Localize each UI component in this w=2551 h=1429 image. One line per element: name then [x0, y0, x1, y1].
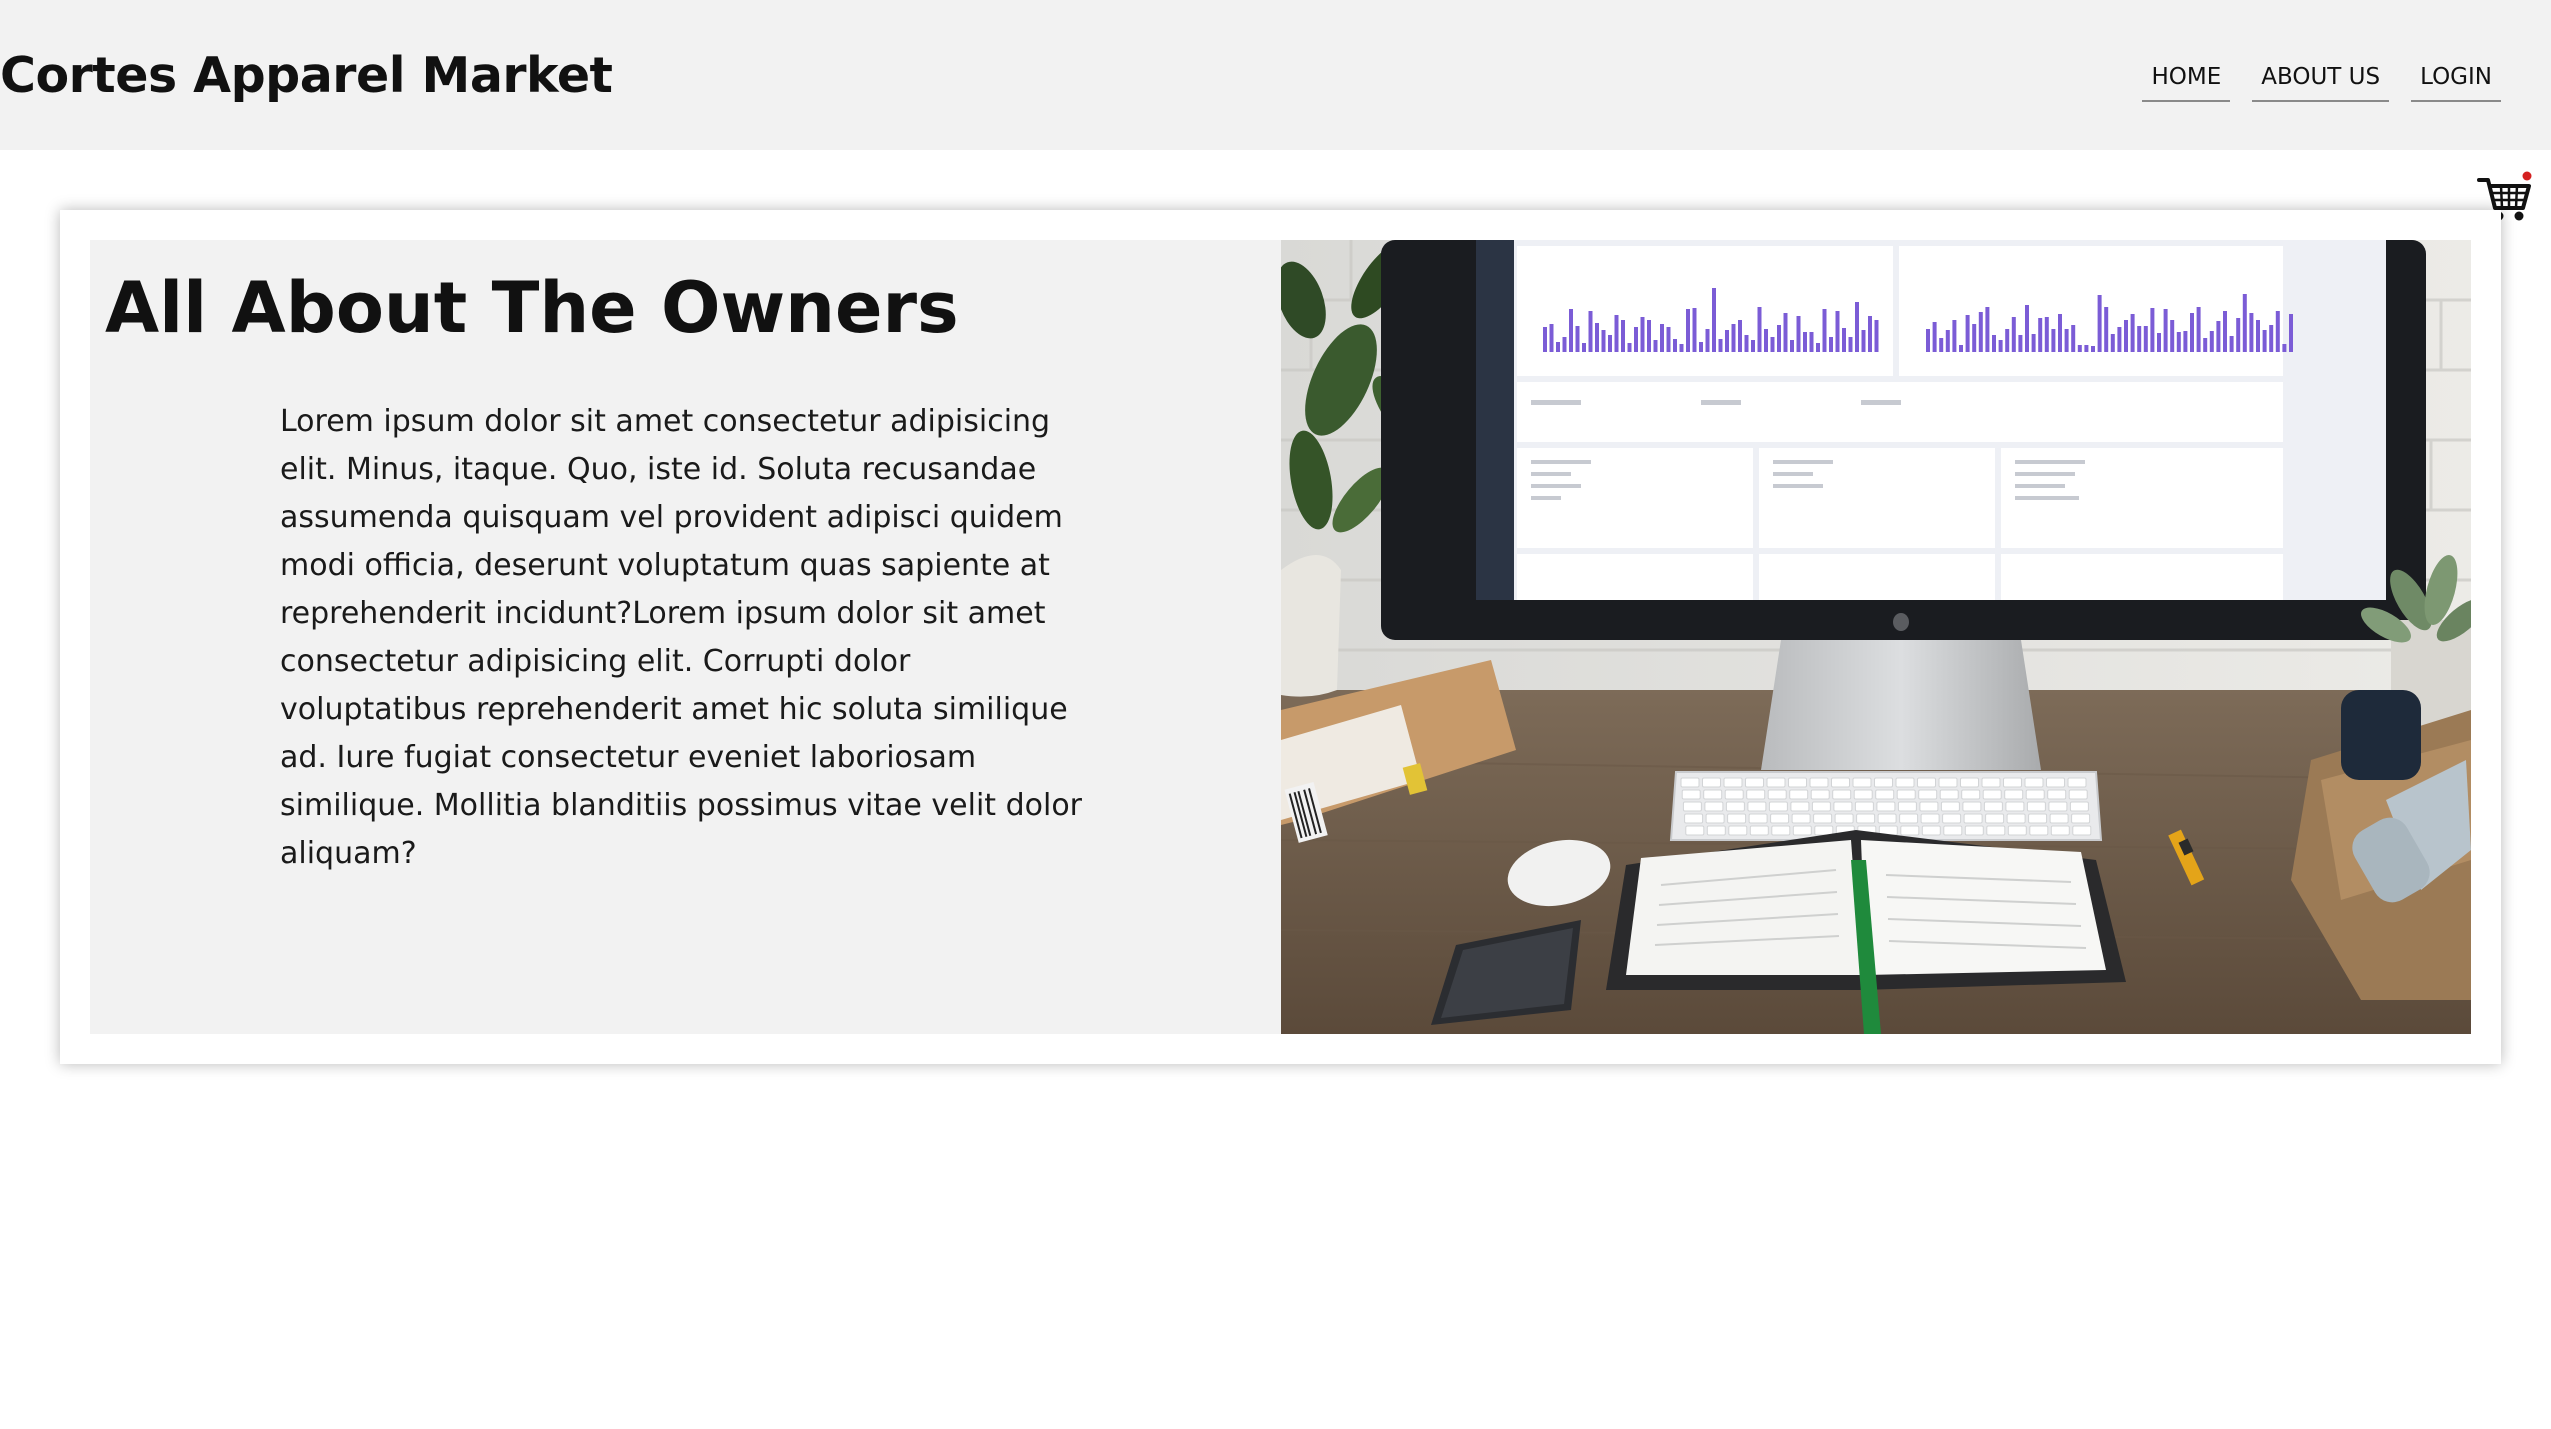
site-header: Cortes Apparel Market HOME ABOUT US LOGI…	[0, 0, 2551, 150]
about-card: All About The Owners Lorem ipsum dolor s…	[60, 210, 2501, 1064]
nav-home-link[interactable]: HOME	[2142, 58, 2231, 102]
nav-about-us-link[interactable]: ABOUT US	[2252, 58, 2390, 102]
about-panel: All About The Owners Lorem ipsum dolor s…	[90, 240, 2471, 1034]
main-nav: HOME ABOUT US LOGIN	[2142, 58, 2501, 102]
about-heading: All About The Owners	[105, 267, 959, 349]
about-body-text: Lorem ipsum dolor sit amet consectetur a…	[280, 404, 1083, 871]
nav-login-link[interactable]: LOGIN	[2411, 58, 2501, 102]
desk-photo	[1281, 240, 2471, 1034]
keyboard	[1669, 771, 2103, 841]
site-brand[interactable]: Cortes Apparel Market	[0, 44, 613, 108]
about-text-column: All About The Owners Lorem ipsum dolor s…	[90, 240, 1281, 1034]
